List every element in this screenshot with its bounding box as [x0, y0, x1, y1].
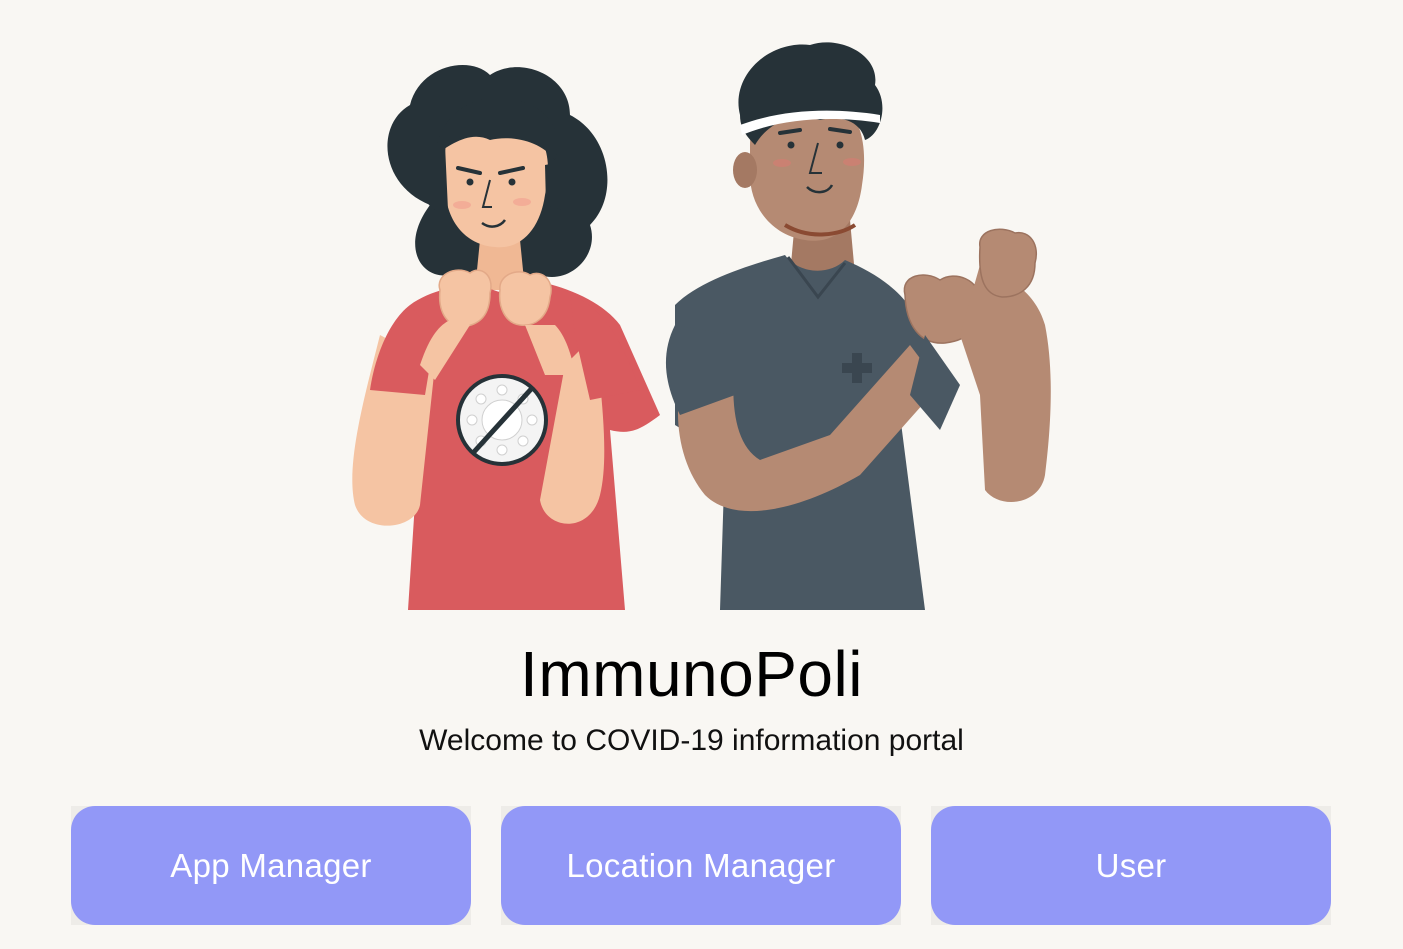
no-virus-icon: [456, 374, 548, 466]
user-button[interactable]: User: [931, 806, 1331, 925]
app-manager-button-container: App Manager: [71, 806, 471, 925]
hero-illustration: [340, 35, 1070, 610]
app-title: ImmunoPoli: [520, 638, 863, 710]
man-figure: [665, 42, 1051, 610]
two-people-illustration: [352, 42, 1051, 610]
woman-figure: [352, 65, 660, 610]
location-manager-button-container: Location Manager: [501, 806, 901, 925]
welcome-subtitle: Welcome to COVID-19 information portal: [419, 724, 964, 757]
app-manager-button[interactable]: App Manager: [71, 806, 471, 925]
location-manager-button[interactable]: Location Manager: [501, 806, 901, 925]
user-button-container: User: [931, 806, 1331, 925]
